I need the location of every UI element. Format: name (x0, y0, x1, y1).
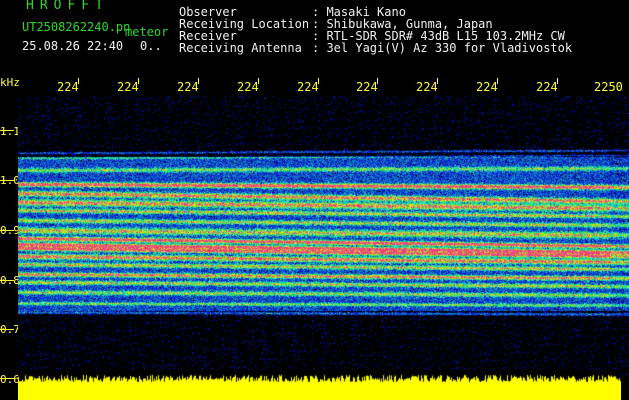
header-label-antenna: Receiving Antenna (179, 41, 302, 55)
time-tick-mark (318, 78, 319, 84)
time-tick-mark (377, 78, 378, 84)
hrofft-window: { "app": { "logo": "HROFFT", "filename":… (0, 0, 629, 400)
freq-tick-mark (0, 378, 14, 379)
spectrogram (18, 96, 629, 378)
time-tick-mark (258, 78, 259, 84)
time-tick-label: 224 (416, 80, 438, 94)
time-tick-label: 224 (177, 80, 199, 94)
datetime-label: 25.08.26 22:40 (22, 39, 124, 53)
time-tick-label: 224 (356, 80, 378, 94)
time-tick-label: 224 (536, 80, 558, 94)
freq-tick-label: 1.1 (0, 125, 20, 138)
meteor-count: 0.. (140, 39, 162, 53)
freq-tick-mark (0, 329, 14, 330)
time-tick-mark (497, 78, 498, 84)
header-value-antenna: : 3el Yagi(V) Az 330 for Vladivostok (312, 41, 573, 55)
time-tick-label: 224 (237, 80, 259, 94)
time-tick-label: 2250 (594, 80, 623, 94)
meteor-label: meteor (125, 25, 169, 39)
time-tick-label: 224 (57, 80, 79, 94)
freq-tick-mark (0, 230, 14, 231)
time-tick-label: 224 (297, 80, 319, 94)
filename-label: UT2508262240.pn (22, 20, 131, 34)
time-tick-label: 224 (476, 80, 498, 94)
freq-tick-mark (0, 280, 14, 281)
time-tick-label: 224 (117, 80, 139, 94)
time-tick-mark (437, 78, 438, 84)
signal-level-bars (18, 370, 621, 400)
freq-tick-mark (0, 180, 14, 181)
time-tick-mark (138, 78, 139, 84)
time-tick-mark (557, 78, 558, 84)
freq-unit-label: kHz (0, 76, 20, 89)
freq-tick-mark (0, 130, 14, 131)
freq-tick-label: 0.6 (0, 373, 20, 386)
time-tick-mark (78, 78, 79, 84)
app-logo: HROFFT (26, 0, 109, 13)
time-tick-mark (198, 78, 199, 84)
